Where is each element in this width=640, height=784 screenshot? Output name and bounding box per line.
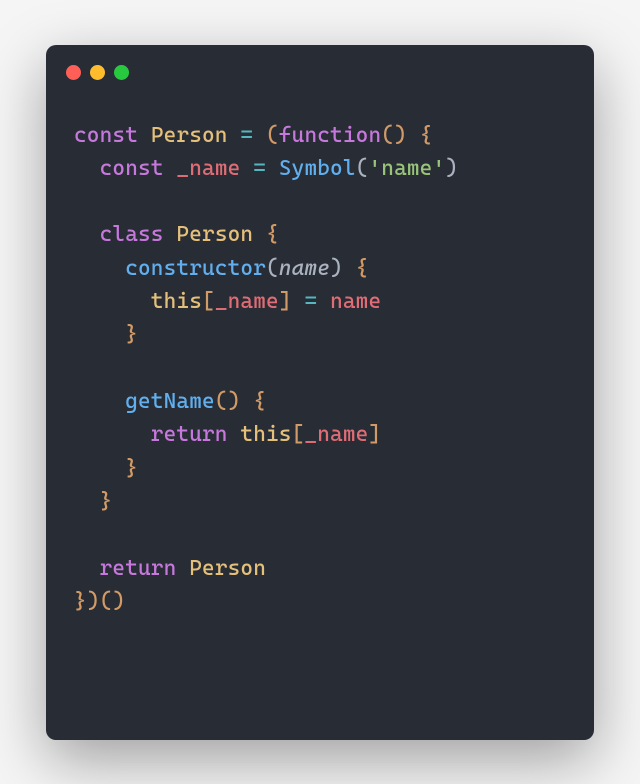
brace-open: {: [356, 256, 369, 281]
bracket-open: [: [202, 289, 215, 314]
keyword-const: const: [74, 123, 138, 148]
paren-open: (: [266, 123, 279, 148]
keyword-class: class: [100, 222, 164, 247]
brace-open: {: [266, 222, 279, 247]
brace-close: }: [125, 456, 138, 481]
identifier-person: Person: [176, 222, 253, 247]
bracket-close: ]: [279, 289, 292, 314]
maximize-icon[interactable]: [114, 65, 129, 80]
identifier-name: _name: [304, 422, 368, 447]
string-name: 'name': [368, 156, 445, 181]
operator-equals: =: [304, 289, 317, 314]
paren-close: ): [330, 256, 343, 281]
brace-open: {: [253, 389, 266, 414]
brace-close: }: [74, 589, 87, 614]
fn-getname: getName: [125, 389, 215, 414]
paren-unit: (): [100, 589, 126, 614]
identifier-name-rhs: name: [330, 289, 381, 314]
paren-close: ): [445, 156, 458, 181]
identifier-name: _name: [215, 289, 279, 314]
minimize-icon[interactable]: [90, 65, 105, 80]
operator-equals: =: [240, 123, 253, 148]
operator-equals: =: [253, 156, 266, 181]
identifier-name: _name: [176, 156, 240, 181]
bracket-open: [: [292, 422, 305, 447]
code-window: const Person = (function() { const _name…: [46, 45, 594, 740]
brace-close: }: [125, 322, 138, 347]
keyword-this: this: [240, 422, 291, 447]
paren-unit: (): [381, 123, 407, 148]
bracket-close: ]: [368, 422, 381, 447]
paren-open: (: [266, 256, 279, 281]
param-name: name: [279, 256, 330, 281]
keyword-this: this: [151, 289, 202, 314]
code-block: const Person = (function() { const _name…: [46, 101, 594, 647]
brace-open: {: [420, 123, 433, 148]
keyword-const: const: [100, 156, 164, 181]
identifier-person: Person: [189, 556, 266, 581]
keyword-function: function: [279, 123, 381, 148]
window-titlebar: [46, 45, 594, 101]
identifier-person: Person: [151, 123, 228, 148]
paren-close: ): [87, 589, 100, 614]
brace-close: }: [100, 489, 113, 514]
keyword-return: return: [100, 556, 177, 581]
paren-unit: (): [215, 389, 241, 414]
fn-symbol: Symbol: [279, 156, 356, 181]
paren-open: (: [356, 156, 369, 181]
keyword-return: return: [151, 422, 228, 447]
close-icon[interactable]: [66, 65, 81, 80]
fn-constructor: constructor: [125, 256, 266, 281]
